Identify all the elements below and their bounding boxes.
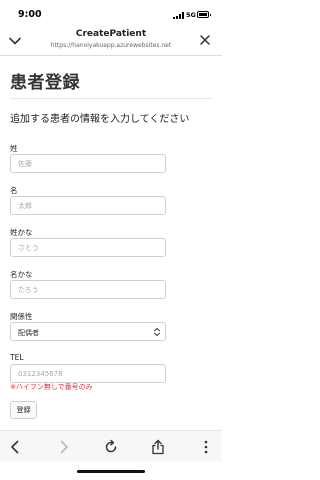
relationship-selected-value: 配偶者: [18, 328, 39, 337]
last-name-label: 姓: [10, 144, 18, 153]
browser-header: CreatePatient https://hanoiyakuapp.azure…: [0, 26, 222, 56]
relationship-select[interactable]: 配偶者: [10, 322, 166, 341]
page-subtitle: 追加する患者の情報を入力してください: [10, 114, 190, 125]
page-title: 患者登録: [10, 73, 80, 93]
more-vertical-icon[interactable]: [198, 439, 214, 455]
back-arrow-icon[interactable]: [7, 439, 23, 455]
share-icon[interactable]: [150, 439, 166, 455]
register-button[interactable]: 登録: [10, 401, 37, 419]
first-name-kana-label: 名かな: [10, 270, 33, 279]
status-time: 9:00: [18, 9, 42, 20]
last-name-kana-input[interactable]: [10, 238, 166, 257]
reload-icon[interactable]: [103, 439, 119, 455]
select-arrows-icon: [154, 328, 160, 336]
title-divider: [10, 98, 212, 99]
last-name-kana-label: 姓かな: [10, 228, 33, 237]
browser-toolbar: [0, 430, 222, 462]
first-name-kana-input[interactable]: [10, 280, 166, 299]
browser-page-name: CreatePatient: [75, 29, 147, 39]
network-label: 5G: [186, 11, 196, 19]
tel-input[interactable]: [10, 364, 166, 383]
last-name-input[interactable]: [10, 154, 166, 173]
relationship-label: 関係性: [10, 312, 33, 321]
first-name-input[interactable]: [10, 196, 166, 215]
status-bar: 9:00 5G: [0, 0, 222, 26]
home-indicator: [77, 470, 145, 473]
signal-icon: [173, 12, 184, 19]
tel-hint: ※ハイフン無しで番号のみ: [10, 383, 93, 391]
first-name-label: 名: [10, 186, 18, 195]
browser-url: https://hanoiyakuapp.azurewebsites.net: [50, 42, 172, 49]
forward-arrow-icon[interactable]: [56, 439, 72, 455]
battery-icon: [197, 11, 211, 18]
close-icon[interactable]: [198, 33, 212, 47]
tel-label: TEL: [10, 353, 24, 362]
